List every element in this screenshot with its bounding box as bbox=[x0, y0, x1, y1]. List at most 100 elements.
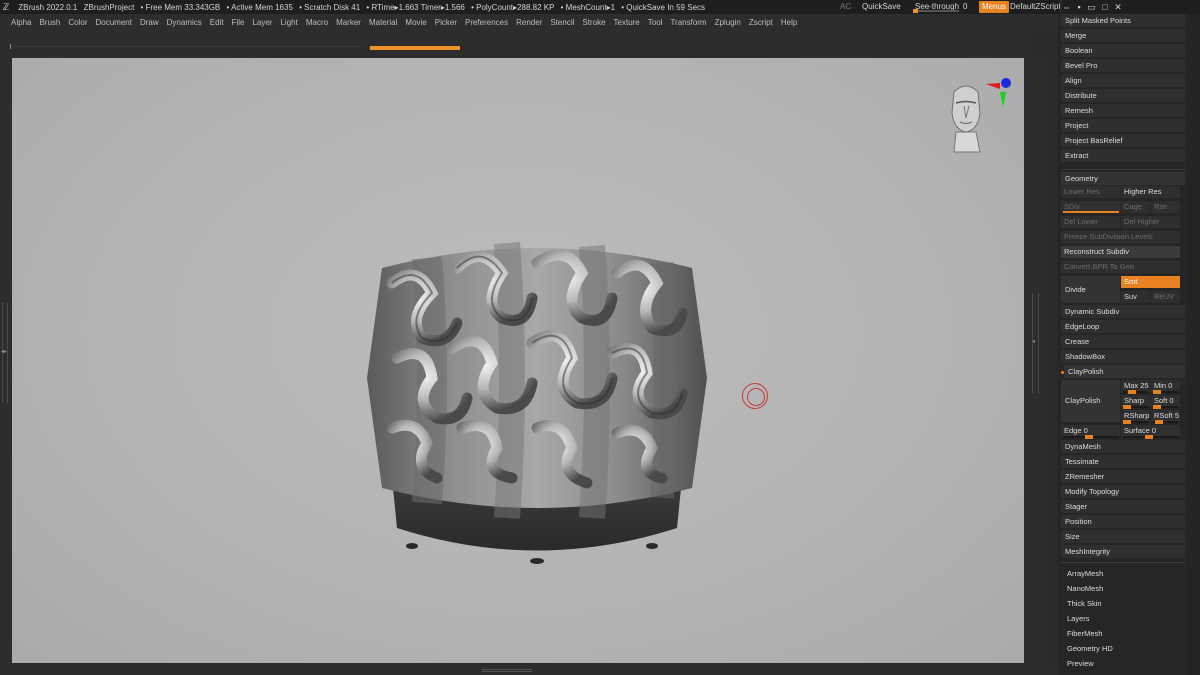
sculpt-model[interactable] bbox=[352, 228, 722, 578]
menu-tool[interactable]: Tool bbox=[644, 14, 667, 32]
ac-button[interactable]: AC bbox=[840, 0, 851, 14]
geometry-header[interactable]: Geometry bbox=[1061, 172, 1185, 186]
menu-material[interactable]: Material bbox=[365, 14, 401, 32]
tray-arrow-icon: ◂▸ bbox=[1, 349, 8, 355]
document-canvas[interactable] bbox=[12, 58, 1024, 663]
rstr-button[interactable]: Rstr bbox=[1151, 201, 1180, 213]
bevel-pro-button[interactable]: Bevel Pro bbox=[1061, 59, 1185, 73]
menu-stencil[interactable]: Stencil bbox=[546, 14, 578, 32]
higher-res-button[interactable]: Higher Res bbox=[1121, 186, 1180, 198]
menu-movie[interactable]: Movie bbox=[401, 14, 430, 32]
tessimate-button[interactable]: Tessimate bbox=[1061, 455, 1185, 469]
brush-cursor bbox=[742, 383, 768, 409]
preview-item[interactable]: Preview bbox=[1067, 657, 1094, 671]
arraymesh-item[interactable]: ArrayMesh bbox=[1067, 567, 1103, 581]
navigation-gizmo[interactable] bbox=[942, 78, 1017, 158]
fibermesh-item[interactable]: FiberMesh bbox=[1067, 627, 1102, 641]
claypolish-button[interactable]: ClayPolish bbox=[1061, 380, 1120, 422]
divide-button[interactable]: Divide bbox=[1061, 276, 1120, 303]
menu-light[interactable]: Light bbox=[276, 14, 301, 32]
maximize-icon[interactable]: □ bbox=[1102, 2, 1109, 12]
menu-picker[interactable]: Picker bbox=[431, 14, 461, 32]
project-button[interactable]: Project bbox=[1061, 119, 1185, 133]
tool-palette: Split Masked Points Merge Boolean Bevel … bbox=[1058, 14, 1200, 675]
polycount: • PolyCount▸288.82 KP bbox=[471, 3, 555, 12]
project-basrelief-button[interactable]: Project BasRelief bbox=[1061, 134, 1185, 148]
align-button[interactable]: Align bbox=[1061, 74, 1185, 88]
menu-render[interactable]: Render bbox=[512, 14, 546, 32]
cage-button[interactable]: Cage bbox=[1121, 201, 1150, 213]
active-mem: • Active Mem 1635 bbox=[226, 3, 293, 12]
reuv-button[interactable]: ReUV bbox=[1151, 291, 1180, 303]
active-shelf-indicator[interactable] bbox=[370, 46, 460, 50]
project-name: ZBrushProject bbox=[83, 3, 135, 12]
suv-toggle[interactable]: Suv bbox=[1121, 291, 1150, 303]
menu-brush[interactable]: Brush bbox=[35, 14, 64, 32]
menu-bar: Alpha Brush Color Document Draw Dynamics Edit F… bbox=[0, 14, 1058, 32]
menu-marker[interactable]: Marker bbox=[332, 14, 365, 32]
shadowbox-button[interactable]: ShadowBox bbox=[1061, 350, 1185, 364]
menu-layer[interactable]: Layer bbox=[248, 14, 276, 32]
extract-button[interactable]: Extract bbox=[1061, 149, 1185, 163]
menu-zplugin[interactable]: Zplugin bbox=[711, 14, 745, 32]
convert-bpr-button[interactable]: Convert BPR To Geo bbox=[1061, 261, 1180, 273]
free-mem: • Free Mem 33.343GB bbox=[140, 3, 221, 12]
lower-res-button[interactable]: Lower Res bbox=[1061, 186, 1120, 198]
minimize-icon[interactable]: ▭ bbox=[1087, 2, 1098, 12]
del-lower-button[interactable]: Del Lower bbox=[1061, 216, 1120, 228]
del-higher-button[interactable]: Del Higher bbox=[1121, 216, 1180, 228]
dynamesh-button[interactable]: DynaMesh bbox=[1061, 440, 1185, 454]
close-icon[interactable]: ✕ bbox=[1114, 2, 1124, 12]
default-zscript-button[interactable]: DefaultZScript bbox=[1010, 0, 1060, 14]
menu-draw[interactable]: Draw bbox=[136, 14, 163, 32]
reconstruct-subdiv-button[interactable]: Reconstruct Subdiv bbox=[1061, 246, 1180, 258]
quicksave-timer: • QuickSave In 59 Secs bbox=[621, 3, 706, 12]
thick-skin-item[interactable]: Thick Skin bbox=[1067, 597, 1102, 611]
menu-edit[interactable]: Edit bbox=[206, 14, 228, 32]
edgeloop-button[interactable]: EdgeLoop bbox=[1061, 320, 1185, 334]
zremesher-button[interactable]: ZRemesher bbox=[1061, 470, 1185, 484]
meshintegrity-button[interactable]: MeshIntegrity bbox=[1061, 545, 1185, 559]
position-button[interactable]: Position bbox=[1061, 515, 1185, 529]
size-button[interactable]: Size bbox=[1061, 530, 1185, 544]
dynamic-subdiv-button[interactable]: Dynamic Subdiv bbox=[1061, 305, 1185, 319]
menu-transform[interactable]: Transform bbox=[666, 14, 710, 32]
smt-toggle[interactable]: Smt bbox=[1121, 276, 1180, 288]
freeze-subdivision-levels-button[interactable]: Freeze SubDivision Levels bbox=[1061, 231, 1180, 243]
menu-stroke[interactable]: Stroke bbox=[578, 14, 609, 32]
stager-button[interactable]: Stager bbox=[1061, 500, 1185, 514]
left-tray-handle[interactable]: ◂▸ bbox=[0, 58, 11, 665]
modify-topology-button[interactable]: Modify Topology bbox=[1061, 485, 1185, 499]
remesh-button[interactable]: Remesh bbox=[1061, 104, 1185, 118]
claypolish-header[interactable]: ClayPolish bbox=[1064, 365, 1185, 379]
distribute-button[interactable]: Distribute bbox=[1061, 89, 1185, 103]
palette-scrollbar[interactable] bbox=[1187, 14, 1198, 675]
bottom-tray-handle[interactable] bbox=[0, 665, 1058, 675]
menu-macro[interactable]: Macro bbox=[302, 14, 332, 32]
menu-file[interactable]: File bbox=[228, 14, 249, 32]
menus-toggle[interactable]: Menus bbox=[979, 1, 1010, 13]
nanomesh-item[interactable]: NanoMesh bbox=[1067, 582, 1103, 596]
quicksave-button[interactable]: QuickSave bbox=[862, 0, 901, 14]
crease-button[interactable]: Crease bbox=[1061, 335, 1185, 349]
menu-document[interactable]: Document bbox=[92, 14, 136, 32]
menu-alpha[interactable]: Alpha bbox=[0, 14, 35, 32]
menu-help[interactable]: Help bbox=[777, 14, 801, 32]
layers-item[interactable]: Layers bbox=[1067, 612, 1090, 626]
tray-arrow-icon: ◂ bbox=[1032, 339, 1036, 345]
menu-zscript[interactable]: Zscript bbox=[745, 14, 777, 32]
split-masked-points-button[interactable]: Split Masked Points bbox=[1061, 14, 1185, 28]
merge-button[interactable]: Merge bbox=[1061, 29, 1185, 43]
right-tray-handle[interactable]: ◂ bbox=[1030, 58, 1042, 665]
see-through-slider[interactable] bbox=[913, 9, 959, 13]
top-shelf bbox=[0, 32, 1030, 58]
menu-dynamics[interactable]: Dynamics bbox=[163, 14, 206, 32]
meshcount: • MeshCount▸1 bbox=[560, 3, 616, 12]
hide-icon[interactable]: ▪ bbox=[1078, 2, 1083, 12]
boolean-button[interactable]: Boolean bbox=[1061, 44, 1185, 58]
layout-icon[interactable]: ⇔ bbox=[1062, 2, 1073, 12]
menu-preferences[interactable]: Preferences bbox=[461, 14, 512, 32]
geometry-hd-item[interactable]: Geometry HD bbox=[1067, 642, 1113, 656]
menu-color[interactable]: Color bbox=[64, 14, 91, 32]
menu-texture[interactable]: Texture bbox=[610, 14, 644, 32]
